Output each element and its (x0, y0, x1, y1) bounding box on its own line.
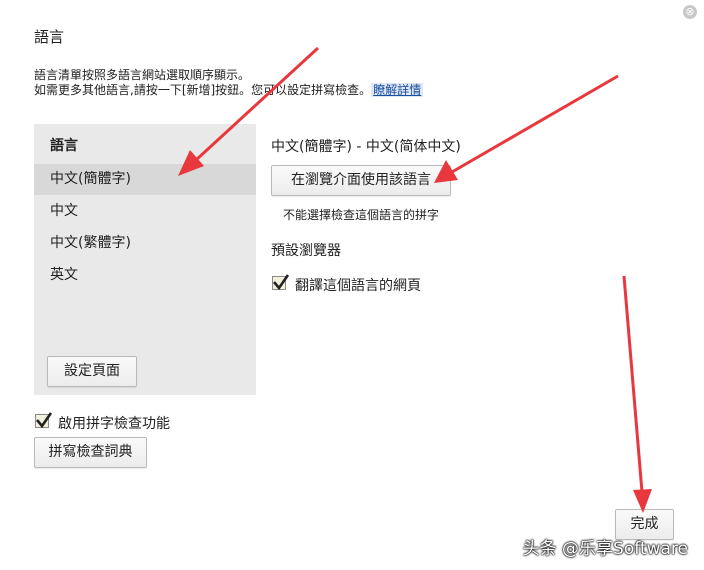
checkmark-icon (36, 412, 53, 429)
intro-line-2: 如需更多其他語言,請按一下[新增]按鈕。您可以設定拼寫檢查。 瞭解詳情 (34, 83, 424, 97)
language-list-header: 語言 (50, 138, 78, 154)
spellcheck-checkbox[interactable] (35, 412, 53, 429)
learn-more-link[interactable]: 瞭解詳情 (371, 83, 424, 97)
watermark: 头条 @乐享Software (522, 539, 688, 559)
settings-page-button[interactable]: 設定頁面 (47, 356, 137, 387)
translate-checkbox-label: 翻譯這個語言的網頁 (295, 278, 421, 294)
spellcheck-dictionary-button[interactable]: 拼寫檢查詞典 (34, 437, 147, 468)
arrow-to-done-button (622, 275, 644, 493)
arrow-to-use-button (451, 74, 619, 174)
translate-checkbox[interactable] (272, 274, 290, 291)
language-item-chinese[interactable]: 中文 (34, 196, 256, 227)
language-list-panel: 語言 中文(簡體字) 中文 中文(繁體字) 英文 設定頁面 (34, 124, 256, 395)
intro-line-1: 語言清單按照多語言網站選取順序顯示。 (34, 68, 251, 82)
language-item-traditional-chinese[interactable]: 中文(繁體字) (34, 228, 256, 259)
selected-language-heading: 中文(簡體字) - 中文(简体中文) (271, 139, 461, 155)
default-browser-label: 預設瀏覽器 (271, 243, 341, 259)
spellcheck-checkbox-label: 啟用拼字檢查功能 (58, 416, 170, 432)
checkmark-icon (273, 274, 290, 291)
use-for-ui-button[interactable]: 在瀏覽介面使用該語言 (271, 165, 451, 196)
spellcheck-unavailable-note: 不能選擇檢查這個語言的拼字 (283, 208, 440, 222)
language-item-english[interactable]: 英文 (34, 260, 256, 291)
dialog-title: 語言 (34, 28, 65, 46)
language-item-simplified-chinese[interactable]: 中文(簡體字) (34, 164, 256, 195)
close-icon[interactable]: ⊗ (683, 5, 697, 19)
intro-text: 語言清單按照多語言網站選取順序顯示。 如需更多其他語言,請按一下[新增]按鈕。您… (34, 68, 424, 98)
